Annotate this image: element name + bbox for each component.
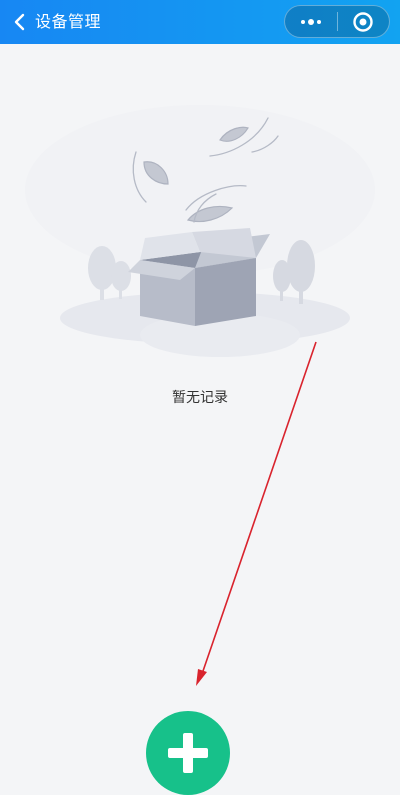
empty-state-text: 暂无记录 <box>172 390 228 406</box>
chevron-left-icon <box>14 13 25 31</box>
more-button[interactable] <box>285 6 337 37</box>
page-title: 设备管理 <box>35 12 102 31</box>
mini-program-capsule <box>284 5 390 38</box>
open-box <box>128 228 270 326</box>
plus-icon <box>168 733 208 773</box>
back-button[interactable] <box>6 6 34 38</box>
empty-box-illustration <box>25 105 375 357</box>
add-device-button[interactable] <box>146 711 230 795</box>
close-mini-program-button[interactable] <box>338 6 390 37</box>
app-header: 设备管理 <box>0 0 400 44</box>
more-dots-icon <box>300 18 321 25</box>
record-circle-icon <box>353 11 373 32</box>
